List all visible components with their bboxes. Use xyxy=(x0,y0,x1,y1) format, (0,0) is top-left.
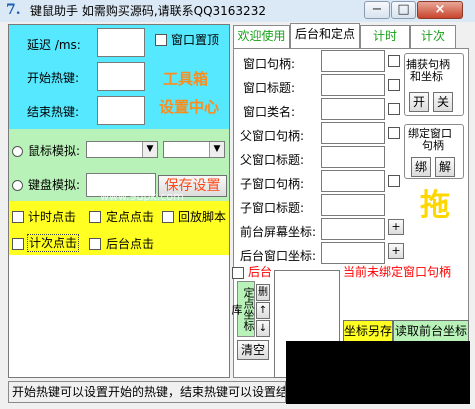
keyboard-sim-radio[interactable] xyxy=(12,180,23,191)
parent-handle-field[interactable] xyxy=(321,122,385,144)
child-handle-label: 子窗口句柄: xyxy=(240,177,305,191)
replay-script-checkbox[interactable] xyxy=(162,211,174,223)
background-checkbox[interactable] xyxy=(232,267,244,279)
status-bar: 开始热键可以设置开始的热键，结束热键可以设置结 xyxy=(8,381,286,403)
capture-group-title-line2: 和坐标 xyxy=(410,70,443,83)
move-down-button[interactable]: ↓ xyxy=(256,320,270,337)
screen-coord-label: 前台屏幕坐标: xyxy=(240,225,317,239)
bind-group-title-line2: 句柄 xyxy=(422,139,444,152)
not-bound-status: 当前未绑定窗口句柄 xyxy=(343,265,452,279)
window-title: 键鼠助手 如需购买源码,请联系QQ3163232 xyxy=(30,4,266,18)
mouse-sim-label: 鼠标模拟: xyxy=(28,144,81,158)
parent-handle-checkbox[interactable] xyxy=(388,127,400,139)
end-hotkey-input[interactable] xyxy=(97,96,145,125)
count-click-checkbox[interactable] xyxy=(12,238,24,250)
child-handle-checkbox[interactable] xyxy=(388,175,400,187)
mouse-sim-select[interactable]: ▼ xyxy=(86,141,158,158)
read-front-coord-button[interactable]: 读取前台坐标 xyxy=(393,320,469,342)
topmost-label: 窗口置顶 xyxy=(171,33,220,47)
capture-close-button[interactable]: 关 xyxy=(433,92,453,112)
window-coord-add-button[interactable]: + xyxy=(388,243,404,259)
keyboard-sim-label: 键盘模拟: xyxy=(28,178,81,192)
window-class-label: 窗口类名: xyxy=(243,105,296,119)
tab-background-fixed[interactable]: 后台和定点 xyxy=(290,23,360,49)
delete-coord-button[interactable]: 删 xyxy=(256,284,270,301)
timed-click-checkbox[interactable] xyxy=(12,211,24,223)
maximize-button[interactable]: □ xyxy=(391,1,416,19)
start-hotkey-input[interactable] xyxy=(97,62,145,91)
parent-title-label: 父窗口标题: xyxy=(240,153,305,167)
screen-coord-add-button[interactable]: + xyxy=(388,219,404,235)
fixed-point-library-label: 定点坐标库 xyxy=(230,281,255,337)
clear-coords-button[interactable]: 清空 xyxy=(237,340,269,360)
end-hotkey-label: 结束热键: xyxy=(27,105,80,119)
screen-coord-field[interactable] xyxy=(321,218,385,240)
child-handle-field[interactable] xyxy=(321,170,385,192)
capture-open-button[interactable]: 开 xyxy=(409,92,429,112)
watermark: www.9upk.com xyxy=(100,190,184,203)
child-title-label: 子窗口标题: xyxy=(240,201,305,215)
window-title-field[interactable] xyxy=(321,74,385,96)
minimize-button[interactable]: − xyxy=(364,1,390,19)
replay-script-label: 回放脚本 xyxy=(178,210,227,224)
window-class-checkbox[interactable] xyxy=(388,103,400,115)
move-up-button[interactable]: ↑ xyxy=(256,302,270,319)
background-label: 后台 xyxy=(248,265,273,279)
window-title-label: 窗口标题: xyxy=(243,81,296,95)
mouse-button-select[interactable]: ▼ xyxy=(163,141,225,158)
settings-center-title: 设置中心 xyxy=(159,98,220,116)
delay-input[interactable] xyxy=(97,28,145,57)
chevron-down-icon: ▼ xyxy=(209,142,224,157)
tab-welcome[interactable]: 欢迎使用 xyxy=(233,25,290,48)
start-hotkey-label: 开始热键: xyxy=(27,71,80,85)
chevron-down-icon: ▼ xyxy=(142,142,157,157)
delay-label: 延迟 /ms: xyxy=(27,38,81,52)
toolbox-title: 工具箱 xyxy=(163,70,209,88)
bind-button[interactable]: 绑 xyxy=(411,157,431,177)
window-handle-field[interactable] xyxy=(321,50,385,72)
fixed-point-click-checkbox[interactable] xyxy=(89,211,101,223)
count-click-label: 计次点击 xyxy=(27,234,80,252)
timed-click-label: 计时点击 xyxy=(28,210,77,224)
mouse-sim-radio[interactable] xyxy=(12,146,23,157)
window-coord-field[interactable] xyxy=(321,242,385,264)
background-click-checkbox[interactable] xyxy=(89,238,101,250)
tab-counter[interactable]: 计次 xyxy=(410,25,456,48)
close-button[interactable]: × xyxy=(417,1,463,19)
black-overlay xyxy=(286,341,470,404)
window-title-checkbox[interactable] xyxy=(388,79,400,91)
window-coord-label: 后台窗口坐标: xyxy=(240,249,317,263)
unbind-button[interactable]: 解 xyxy=(435,157,455,177)
window-class-field[interactable] xyxy=(321,98,385,120)
topmost-checkbox[interactable] xyxy=(155,34,167,46)
window-handle-label: 窗口句柄: xyxy=(243,57,296,71)
window-handle-checkbox[interactable] xyxy=(388,55,400,67)
child-title-field[interactable] xyxy=(321,194,385,216)
background-click-label: 后台点击 xyxy=(106,237,155,251)
app-icon: 7. xyxy=(6,2,21,18)
parent-title-field[interactable] xyxy=(321,146,385,168)
save-coords-button[interactable]: 坐标另存 xyxy=(343,320,393,342)
fixed-point-click-label: 定点点击 xyxy=(106,210,155,224)
drag-target[interactable]: 拖 xyxy=(420,188,450,224)
tab-timer[interactable]: 计时 xyxy=(360,25,410,48)
parent-handle-label: 父窗口句柄: xyxy=(240,129,305,143)
